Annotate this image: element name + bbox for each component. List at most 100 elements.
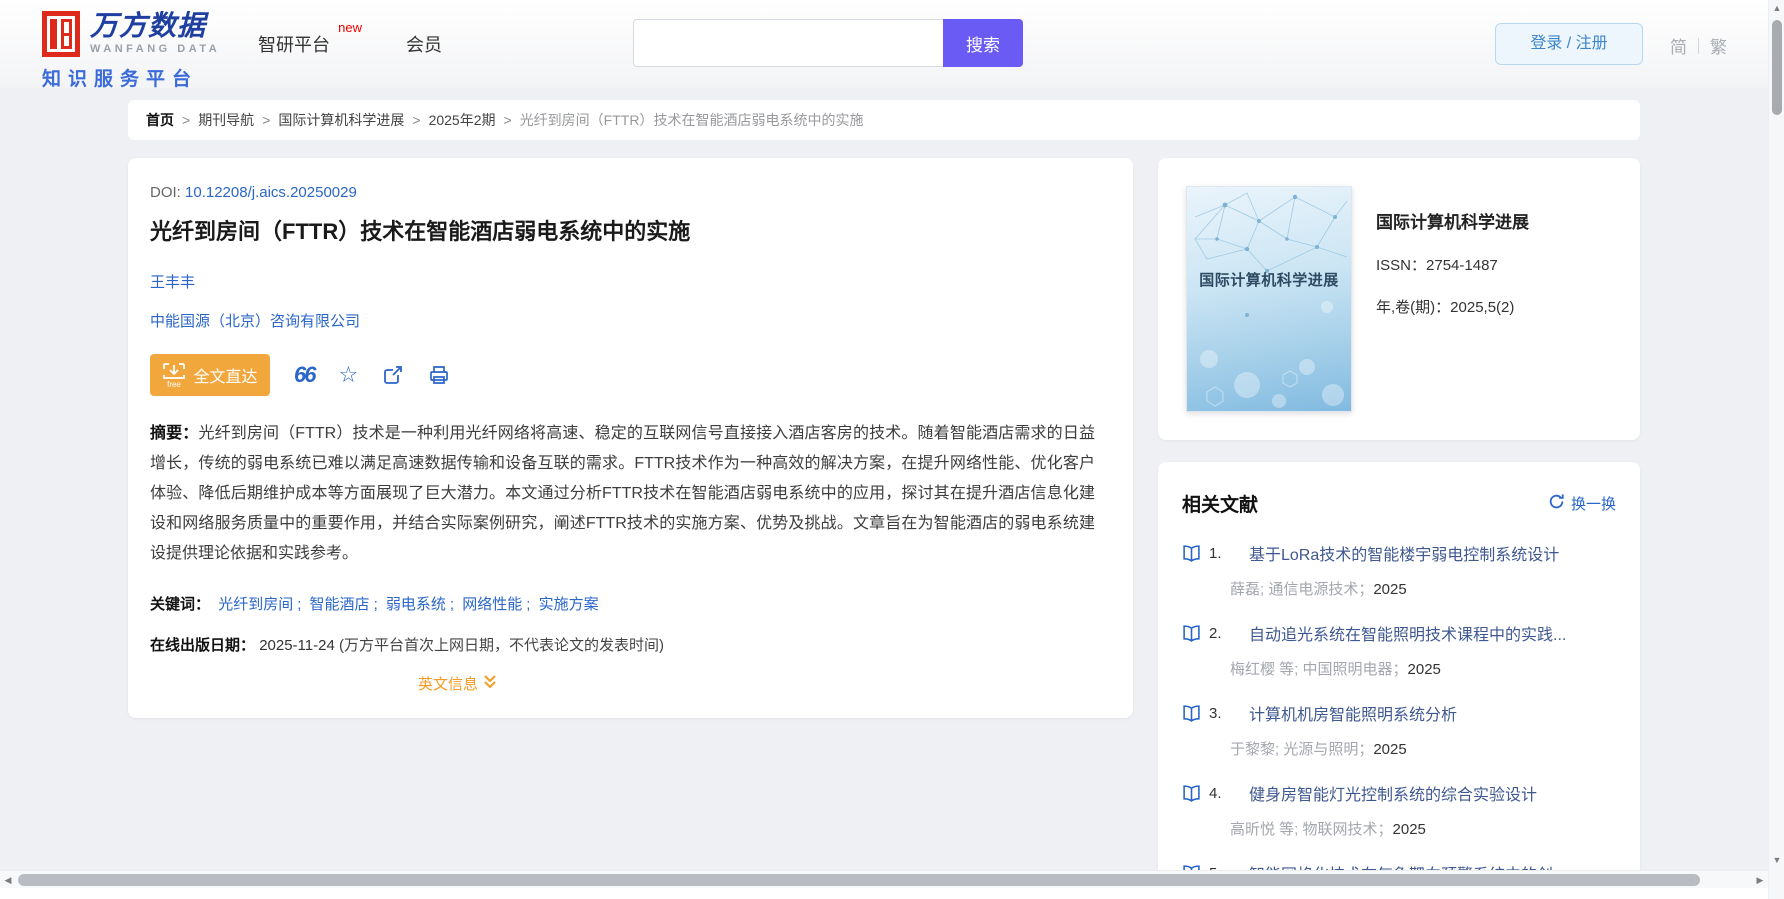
- article-title: 光纤到房间（FTTR）技术在智能酒店弱电系统中的实施: [150, 219, 691, 244]
- affiliation-link[interactable]: 中能国源（北京）咨询有限公司: [150, 310, 1105, 331]
- related-item-number: 3.: [1209, 704, 1222, 722]
- book-icon: [1182, 624, 1201, 642]
- nav-item-label: 智研平台: [258, 35, 330, 55]
- related-item: 1. 基于LoRa技术的智能楼宇弱电控制系统设计 薛磊; 通信电源技术；2025: [1182, 541, 1616, 599]
- publish-date-row: 在线出版日期： 2025-11-24 (万方平台首次上网日期，不代表论文的发表时…: [150, 634, 1105, 655]
- related-list: 1. 基于LoRa技术的智能楼宇弱电控制系统设计 薛磊; 通信电源技术；2025…: [1182, 541, 1616, 870]
- related-item-source: 高昕悦 等; 物联网技术；: [1230, 821, 1393, 838]
- wanfang-logo[interactable]: 万方数据 WANFANG DATA 知识服务平台: [42, 11, 220, 91]
- keyword-link[interactable]: 智能酒店: [310, 596, 370, 613]
- refresh-label: 换一换: [1570, 496, 1616, 513]
- nav-item-member[interactable]: 会员: [406, 31, 442, 57]
- keyword-link[interactable]: 弱电系统: [386, 596, 446, 613]
- vertical-scroll-thumb[interactable]: [1772, 20, 1782, 115]
- breadcrumb-home[interactable]: 首页: [146, 110, 174, 130]
- related-item-title[interactable]: 健身房智能灯光控制系统的综合实验设计: [1249, 781, 1537, 805]
- breadcrumb-separator: >: [182, 112, 191, 128]
- login-register-button[interactable]: 登录 / 注册: [1495, 23, 1643, 65]
- related-item-number: 1.: [1209, 544, 1222, 562]
- brand-name-en: WANFANG DATA: [90, 43, 221, 56]
- journal-volume-row: 年,卷(期)：2025,5(2): [1376, 296, 1529, 317]
- chevron-double-down-icon: [483, 674, 497, 693]
- breadcrumb-journal[interactable]: 国际计算机科学进展: [278, 110, 404, 130]
- journal-cover[interactable]: 国际计算机科学进展: [1186, 186, 1352, 412]
- related-item-source: 梅红樱 等; 中国照明电器；: [1230, 661, 1408, 678]
- search-button[interactable]: 搜索: [943, 19, 1023, 67]
- keyword-separator: ;: [297, 596, 302, 613]
- keywords-label: 关键词：: [150, 596, 211, 613]
- search-bar: 搜索: [633, 19, 1023, 67]
- search-input[interactable]: [633, 19, 943, 67]
- related-item: 4. 健身房智能灯光控制系统的综合实验设计 高昕悦 等; 物联网技术；2025: [1182, 781, 1616, 839]
- wanfang-logo-icon: [42, 11, 80, 57]
- top-header: 万方数据 WANFANG DATA 知识服务平台 智研平台 new 会员 搜索 …: [0, 0, 1768, 91]
- breadcrumb-issue[interactable]: 2025年2期: [429, 110, 496, 130]
- article-actions: free 全文直达 66 ☆: [150, 353, 1105, 397]
- favorite-star-icon[interactable]: ☆: [338, 362, 358, 388]
- keyword-separator: ;: [373, 596, 378, 613]
- keywords: 关键词： 光纤到房间; 智能酒店; 弱电系统; 网络性能; 实施方案: [150, 593, 1105, 614]
- related-item-year: 2025: [1407, 661, 1441, 678]
- breadcrumb-separator: >: [262, 112, 271, 128]
- keyword-link[interactable]: 网络性能: [462, 596, 522, 613]
- breadcrumb-journal-nav[interactable]: 期刊导航: [198, 110, 254, 130]
- breadcrumb-separator: >: [412, 112, 421, 128]
- author-link[interactable]: 王丰丰: [150, 271, 195, 292]
- related-item-number: 2.: [1209, 624, 1222, 642]
- keyword-link[interactable]: 光纤到房间: [218, 596, 293, 613]
- lang-divider: [1698, 37, 1699, 54]
- new-badge: new: [338, 20, 362, 35]
- related-item-meta: 高昕悦 等; 物联网技术；2025: [1230, 818, 1616, 839]
- keyword-separator: ;: [526, 596, 531, 613]
- vertical-scrollbar[interactable]: ▲ ▼: [1768, 0, 1784, 899]
- scroll-up-icon[interactable]: ▲: [1769, 3, 1784, 13]
- journal-info: 国际计算机科学进展 ISSN：2754-1487 年,卷(期)：2025,5(2…: [1376, 186, 1529, 412]
- publish-date: 2025-11-24: [259, 637, 335, 654]
- related-item-title[interactable]: 智能网格化技术在气象靶向预警系统中的创...: [1249, 861, 1566, 870]
- related-item-title[interactable]: 自动追光系统在智能照明技术课程中的实践...: [1249, 621, 1566, 645]
- scroll-right-icon[interactable]: ▶: [1752, 871, 1768, 889]
- page-body: 首页 > 期刊导航 > 国际计算机科学进展 > 2025年2期 > 光纤到房间（…: [0, 88, 1768, 870]
- scroll-left-icon[interactable]: ◀: [0, 871, 16, 889]
- article-card: DOI: 10.12208/j.aics.20250029 光纤到房间（FTTR…: [128, 158, 1133, 718]
- publish-date-note: (万方平台首次上网日期，不代表论文的发表时间): [338, 637, 664, 654]
- issn-value: 2754-1487: [1426, 257, 1498, 274]
- refresh-related-button[interactable]: 换一换: [1548, 493, 1616, 514]
- volume-label: 年,卷(期)：: [1376, 299, 1451, 316]
- volume-value: 2025,5(2): [1450, 299, 1515, 316]
- horizontal-scrollbar[interactable]: ◀ ▶: [0, 870, 1768, 888]
- lang-simplified[interactable]: 简: [1670, 33, 1687, 58]
- nav-item-label: 会员: [406, 35, 442, 55]
- related-item-title[interactable]: 计算机机房智能照明系统分析: [1249, 701, 1457, 725]
- journal-cover-title: 国际计算机科学进展: [1199, 272, 1339, 289]
- breadcrumb-separator: >: [503, 112, 512, 128]
- keyword-separator: ;: [449, 596, 455, 613]
- keyword-link[interactable]: 实施方案: [539, 596, 599, 613]
- publish-date-label: 在线出版日期：: [150, 637, 256, 654]
- nav-item-zhiyan[interactable]: 智研平台 new: [258, 20, 362, 57]
- related-item-meta: 梅红樱 等; 中国照明电器；2025: [1230, 658, 1616, 679]
- related-item-year: 2025: [1392, 821, 1426, 838]
- abstract-label: 摘要：: [150, 425, 199, 442]
- related-item-year: 2025: [1373, 741, 1407, 758]
- related-item: 5. 智能网格化技术在气象靶向预警系统中的创...: [1182, 861, 1616, 870]
- related-item-source: 于黎黎; 光源与照明；: [1230, 741, 1374, 758]
- lang-traditional[interactable]: 繁: [1710, 33, 1727, 58]
- print-icon[interactable]: [428, 364, 450, 386]
- breadcrumb-current: 光纤到房间（FTTR）技术在智能酒店弱电系统中的实施: [519, 112, 864, 128]
- brand-name: 万方数据: [90, 10, 207, 41]
- related-item-title[interactable]: 基于LoRa技术的智能楼宇弱电控制系统设计: [1249, 541, 1559, 565]
- refresh-icon: [1548, 493, 1565, 514]
- main-nav: 智研平台 new 会员: [258, 20, 442, 57]
- cite-icon[interactable]: 66: [294, 362, 317, 388]
- horizontal-scroll-thumb[interactable]: [18, 874, 1700, 886]
- fulltext-button[interactable]: free 全文直达: [150, 354, 270, 396]
- doi-link[interactable]: 10.12208/j.aics.20250029: [185, 184, 357, 201]
- language-switch: 简 繁: [1670, 33, 1727, 58]
- fulltext-label: 全文直达: [193, 369, 258, 386]
- share-icon[interactable]: [382, 364, 404, 386]
- related-item-meta: 薛磊; 通信电源技术；2025: [1230, 578, 1616, 599]
- doi-label: DOI:: [150, 184, 181, 201]
- english-info-toggle[interactable]: 英文信息: [418, 673, 497, 694]
- scroll-down-icon[interactable]: ▼: [1769, 855, 1784, 865]
